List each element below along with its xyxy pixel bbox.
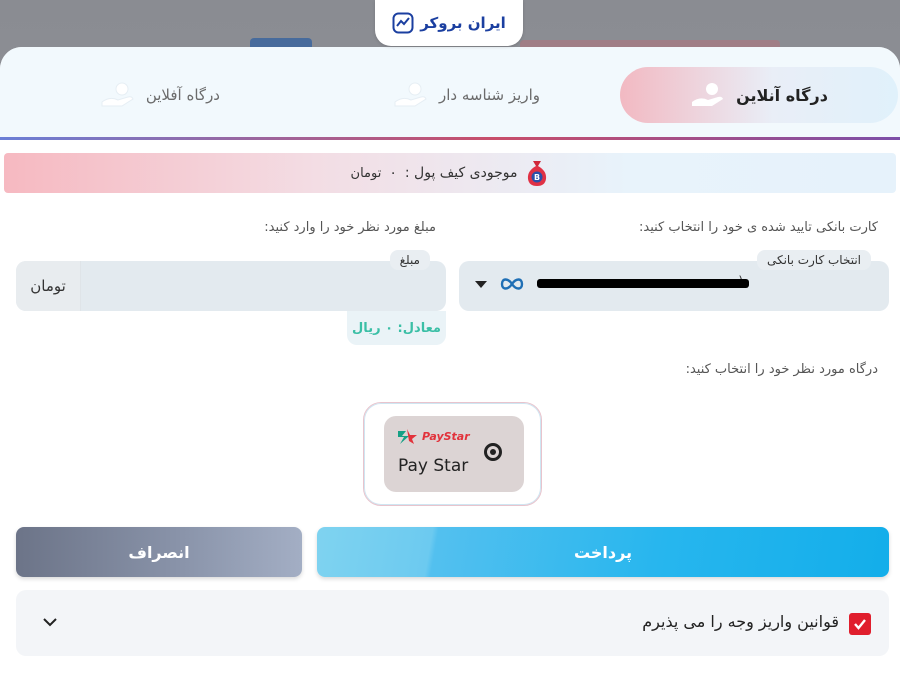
tab-id-deposit[interactable]: واریز شناسه دار (393, 67, 540, 123)
rial-equivalent: معادل: ۰ ریال (347, 311, 446, 345)
tab-bar: درگاه آنلاین واریز شناسه دار درگاه آفلای… (0, 47, 900, 137)
pay-button[interactable]: پرداخت (317, 527, 889, 577)
wallet-unit: تومان (350, 165, 382, 181)
tab-divider (0, 137, 900, 140)
check-icon (854, 619, 866, 630)
infinity-icon (500, 278, 524, 290)
card-select-legend: انتخاب کارت بانکی (756, 250, 871, 270)
hand-coin-icon (101, 82, 134, 107)
amount-legend: مبلغ (389, 250, 430, 270)
gateway-prompt: درگاه مورد نظر خود را انتخاب کنید: (685, 362, 878, 377)
paystar-logo-icon (398, 429, 417, 444)
terms-accordion[interactable]: قوانین واریز وجه را می پذیرم (16, 590, 889, 656)
hand-coin-icon (394, 82, 427, 107)
gateway-name: Pay Star (398, 456, 469, 476)
tab-online-gateway[interactable]: درگاه آنلاین (620, 67, 898, 123)
cancel-button[interactable]: انصراف (16, 527, 302, 577)
paystar-logo: PayStar (397, 427, 470, 445)
money-bag-icon: B (528, 161, 547, 186)
terms-label: قوانین واریز وجه را می پذیرم (642, 612, 839, 631)
gateway-option-paystar[interactable]: PayStar Pay Star (363, 402, 542, 506)
tab-label: درگاه آنلاین (736, 85, 828, 105)
tab-label: درگاه آفلاین (145, 86, 220, 104)
card-number-redacted (537, 277, 749, 291)
amount-field[interactable]: مبلغ تومان (16, 250, 446, 311)
brand-name: ایران بروکر (420, 14, 506, 32)
card-prompt: کارت بانکی تایید شده ی خود را انتخاب کنی… (639, 220, 878, 235)
tab-offline-gateway[interactable]: درگاه آفلاین (100, 67, 220, 123)
amount-prompt: مبلغ مورد نظر خود را وارد کنید: (264, 220, 436, 235)
caret-down-icon (475, 281, 487, 288)
wallet-amount: ۰ (389, 165, 397, 181)
wallet-balance-bar: B موجودی کیف پول : ۰ تومان (4, 153, 896, 193)
hand-coin-icon (692, 83, 724, 106)
payment-modal: درگاه آنلاین واریز شناسه دار درگاه آفلای… (0, 47, 900, 673)
tab-label: واریز شناسه دار (438, 86, 540, 104)
chevron-down-icon[interactable] (42, 616, 58, 628)
chart-trend-icon (392, 12, 414, 34)
wallet-label: موجودی کیف پول : (404, 165, 518, 181)
bank-card-select[interactable]: انتخاب کارت بانکی ( (459, 250, 889, 311)
gateway-radio[interactable] (484, 443, 502, 461)
amount-unit: تومان (16, 261, 81, 311)
amount-input[interactable] (86, 271, 430, 303)
gateway-option-inner: PayStar Pay Star (384, 416, 524, 492)
terms-checkbox[interactable] (849, 613, 871, 635)
svg-text:B: B (534, 173, 540, 182)
brand-logo: ایران بروکر (375, 0, 523, 46)
paystar-logo-text: PayStar (422, 429, 470, 443)
